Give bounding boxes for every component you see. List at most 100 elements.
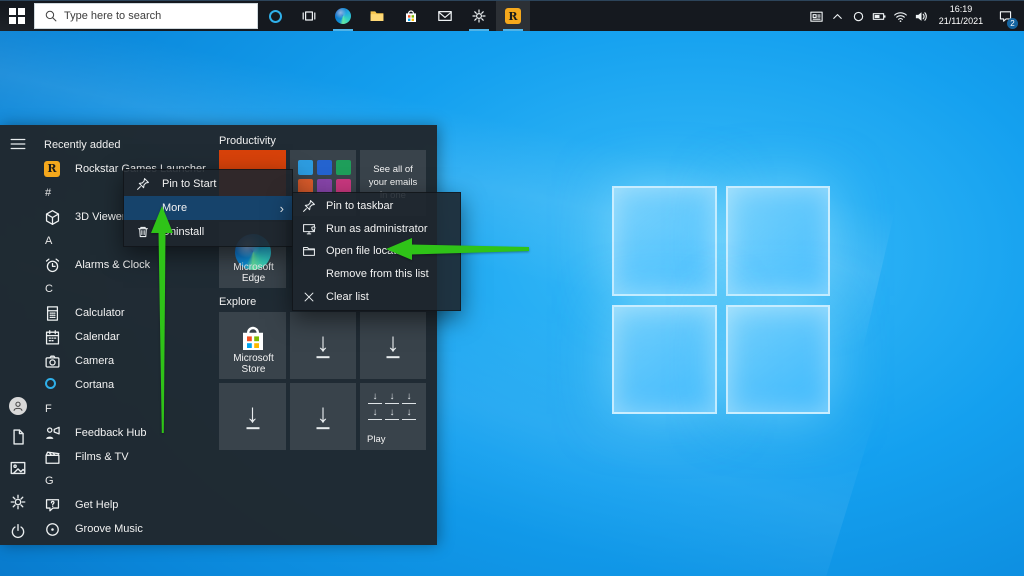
search-icon xyxy=(44,9,58,23)
cortana-button[interactable] xyxy=(258,1,292,31)
app-list-item[interactable]: Films & TV xyxy=(36,445,218,469)
rail-pictures-icon[interactable] xyxy=(9,459,27,477)
tile-pending-download[interactable]: ↓ xyxy=(219,383,286,450)
app-label: Feedback Hub xyxy=(75,427,147,439)
menu-item-label: Pin to taskbar xyxy=(326,200,394,213)
widgets-icon xyxy=(809,9,824,24)
tile-label: Play xyxy=(367,434,386,445)
download-arrow-icon: ↓ xyxy=(386,326,400,357)
taskbar-app-settings[interactable] xyxy=(462,1,496,31)
rockstar-games-launcher-icon: R xyxy=(505,8,521,24)
logo-pane xyxy=(725,186,830,296)
system-tray: 16:19 21/11/2021 2 xyxy=(806,1,1024,31)
folderopen-icon xyxy=(302,244,316,258)
menu-item-label: Clear list xyxy=(326,290,369,303)
menu-item-uninstall[interactable]: Uninstall xyxy=(124,220,292,244)
rail-user-account-avatar[interactable] xyxy=(9,397,27,415)
taskbar-clock[interactable]: 16:19 21/11/2021 xyxy=(932,4,990,27)
app-list-item[interactable]: Cortana xyxy=(36,373,218,397)
desktop: Recently added RRockstar Games Launcher#… xyxy=(0,0,1024,576)
action-center-button[interactable]: 2 xyxy=(990,1,1020,32)
taskbar-search[interactable] xyxy=(34,3,258,29)
app-label: Alarms & Clock xyxy=(75,259,151,271)
app-label: Films & TV xyxy=(75,451,129,463)
settings-icon xyxy=(471,8,487,24)
tile-pending-download[interactable]: ↓ xyxy=(290,383,356,450)
tile-play-group[interactable]: ↓ ↓ ↓ ↓ ↓ ↓ Play xyxy=(360,383,426,450)
tile-microsoft-store[interactable]: Microsoft Store xyxy=(219,312,286,379)
menu-item-pin-to-taskbar[interactable]: Pin to taskbar xyxy=(293,195,460,218)
groove-icon xyxy=(44,521,61,538)
menu-item-label: Run as administrator xyxy=(326,222,428,235)
windows-logo-icon xyxy=(9,8,25,24)
start-button[interactable] xyxy=(0,1,34,31)
app-list-item[interactable]: Groove Music xyxy=(36,517,218,541)
menu-item-label: Open file location xyxy=(326,245,411,258)
menu-item-clear-list[interactable]: Clear list xyxy=(293,285,460,308)
app-list-item[interactable]: Camera xyxy=(36,349,218,373)
app-list-letter[interactable]: C xyxy=(36,277,218,301)
app-list-item[interactable]: Calendar xyxy=(36,325,218,349)
menu-item-label: More xyxy=(162,202,188,214)
taskbar-app-mail[interactable] xyxy=(428,1,462,31)
logo-pane xyxy=(612,186,717,296)
taskbar-app-microsoft-edge[interactable] xyxy=(326,1,360,31)
app-list-item[interactable]: Alarms & Clock xyxy=(36,253,218,277)
clock-time: 16:19 xyxy=(949,4,973,15)
tile-pending-download[interactable]: ↓ xyxy=(360,312,426,379)
rail-power-icon[interactable] xyxy=(9,523,27,541)
menu-item-label: Uninstall xyxy=(162,226,205,238)
tray-hidden-icons-chevron[interactable] xyxy=(827,1,848,32)
trash-icon xyxy=(136,225,150,239)
clock-date: 21/11/2021 xyxy=(938,16,984,26)
menu-item-more[interactable]: More › xyxy=(124,196,292,220)
search-input[interactable] xyxy=(64,10,244,22)
rail-documents-icon[interactable] xyxy=(9,428,27,446)
menu-item-pin-to-start[interactable]: Pin to Start xyxy=(124,172,292,196)
task-view-icon xyxy=(301,8,317,24)
taskbar-app-buttons: R xyxy=(326,1,530,31)
icon-spacer xyxy=(302,267,316,281)
download-arrow-icon: ↓ xyxy=(246,397,259,428)
tray-battery[interactable] xyxy=(869,1,890,32)
status-circle-icon xyxy=(851,9,866,24)
app-label: Get Help xyxy=(75,499,119,511)
tray-network-wifi[interactable] xyxy=(890,1,911,32)
rail-settings-icon[interactable] xyxy=(9,493,27,511)
tray-icons xyxy=(806,1,932,32)
app-list-item[interactable]: Calculator xyxy=(36,301,218,325)
app-label: Camera xyxy=(75,355,115,367)
network-wifi-icon xyxy=(893,9,908,24)
logo-pane xyxy=(725,304,830,414)
menu-item-run-as-administrator[interactable]: Run as administrator xyxy=(293,218,460,241)
tile-pending-download[interactable]: ↓ xyxy=(290,312,356,379)
group-label-explore: Explore xyxy=(219,296,257,308)
gethelp-icon xyxy=(44,497,61,514)
taskbar-app-rockstar-games-launcher[interactable]: R xyxy=(496,1,530,31)
app-list-item[interactable]: Get Help xyxy=(36,493,218,517)
windows-wallpaper-logo xyxy=(612,186,830,414)
admin-icon xyxy=(302,222,316,236)
mini-download-icons: ↓ ↓ ↓ ↓ ↓ ↓ xyxy=(368,391,418,420)
office-mini-icons xyxy=(298,160,351,194)
taskbar-app-file-explorer[interactable] xyxy=(360,1,394,31)
tray-widgets[interactable] xyxy=(806,1,827,32)
cortana-icon xyxy=(44,377,61,394)
app-list-letter[interactable]: F xyxy=(36,397,218,421)
app-list-item[interactable]: Feedback Hub xyxy=(36,421,218,445)
viewer3d-icon xyxy=(44,209,61,226)
tray-volume[interactable] xyxy=(911,1,932,32)
app-label: Cortana xyxy=(75,379,115,391)
menu-item-remove-from-this-list[interactable]: Remove from this list xyxy=(293,263,460,286)
taskbar-app-microsoft-store[interactable] xyxy=(394,1,428,31)
app-list-letter[interactable]: G xyxy=(36,469,218,493)
rail-hamburger-icon[interactable] xyxy=(9,135,27,153)
app-label: Calculator xyxy=(75,307,125,319)
menu-item-open-file-location[interactable]: Open file location xyxy=(293,240,460,263)
tray-status-circle[interactable] xyxy=(848,1,869,32)
download-arrow-icon: ↓ xyxy=(316,326,330,357)
volume-icon xyxy=(914,9,929,24)
office-app-mini-icon xyxy=(336,160,351,175)
task-view-button[interactable] xyxy=(292,1,326,31)
context-menu: Pin to Start More › Uninstall xyxy=(123,169,293,247)
